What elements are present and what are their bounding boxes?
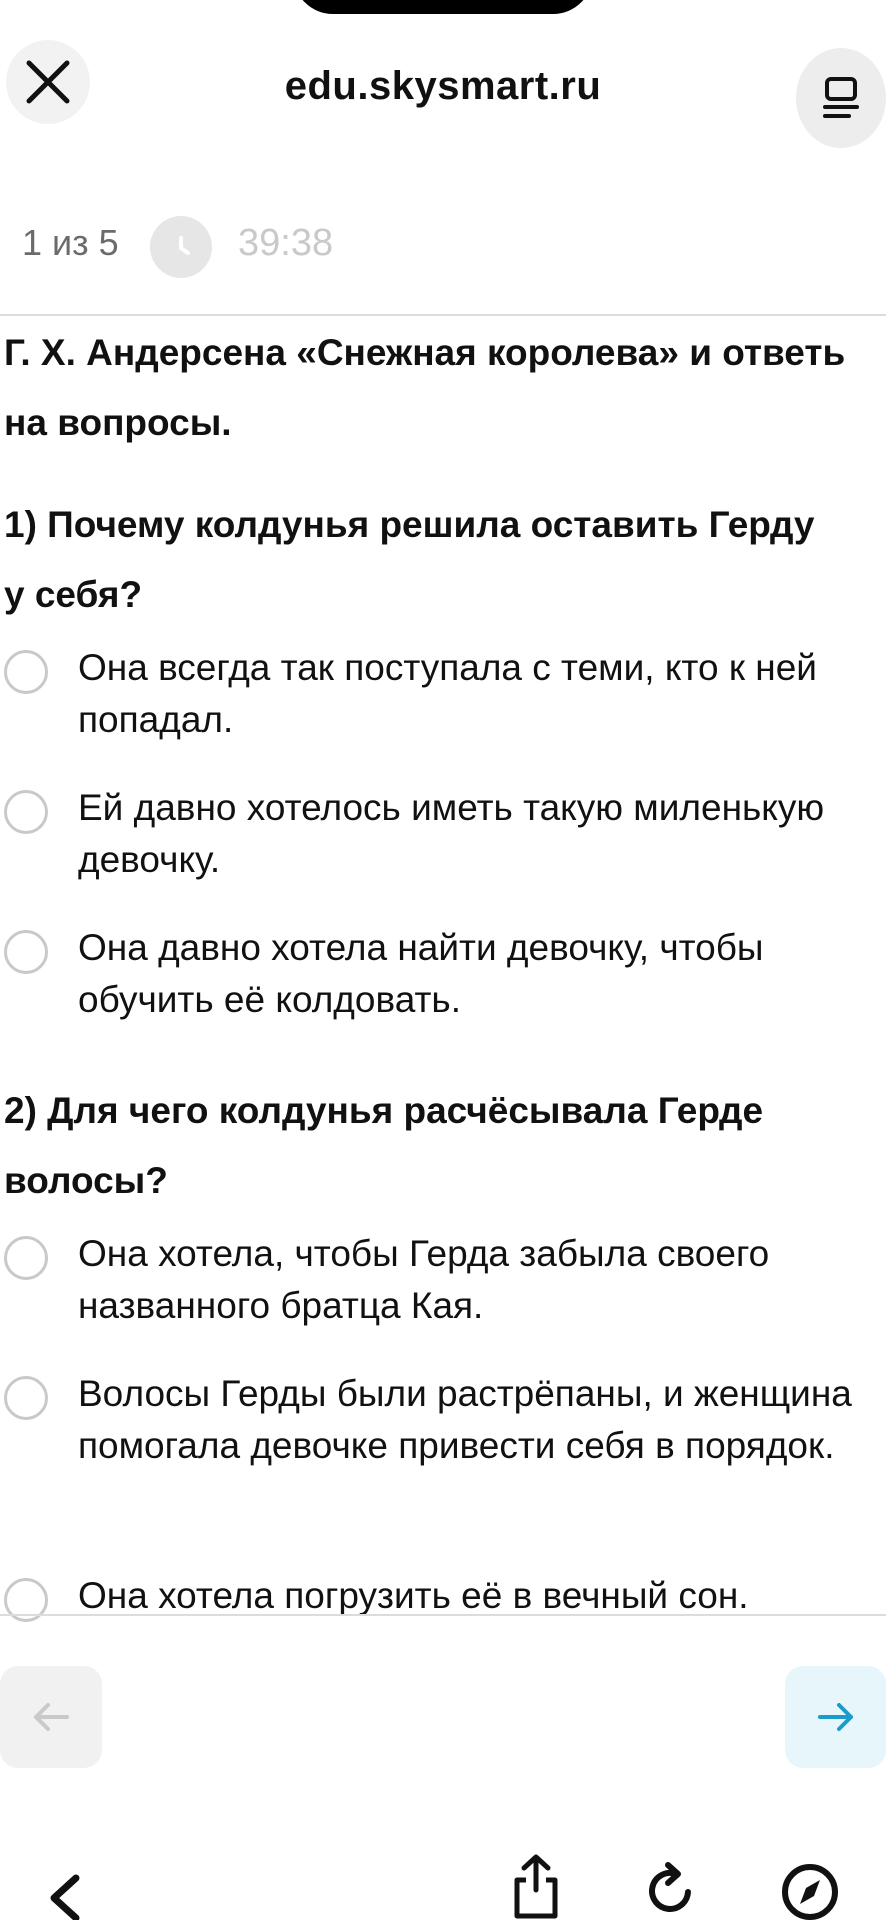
reader-menu-button[interactable] xyxy=(796,48,886,148)
compass-icon[interactable] xyxy=(780,1862,840,1922)
arrow-left-icon xyxy=(34,1703,69,1731)
question-1-line-1: 1) Почему колдунья решила оставить Герду xyxy=(4,504,815,545)
radio-button[interactable] xyxy=(4,1236,48,1280)
answer-label: Ей давно хотелось иметь такую миленькую … xyxy=(78,787,825,880)
reader-menu-icon xyxy=(823,77,859,118)
intro-line-2: на вопросы. xyxy=(4,402,232,443)
browser-toolbar xyxy=(0,1840,886,1920)
radio-button[interactable] xyxy=(4,650,48,694)
question-1-line-2: у себя? xyxy=(4,574,143,615)
question-2-line-1: 2) Для чего колдунья расчёсывала Герде xyxy=(4,1090,764,1131)
timer-label: 39:38 xyxy=(238,222,334,264)
answer-label: Она всегда так поступала с теми, кто к н… xyxy=(78,647,817,740)
answer-label: Она хотела, чтобы Герда забыла своего на… xyxy=(78,1233,770,1326)
radio-button[interactable] xyxy=(4,790,48,834)
radio-button[interactable] xyxy=(4,1376,48,1420)
question-1-title: 1) Почему колдунья решила оставить Герду… xyxy=(4,490,884,630)
question-2-title: 2) Для чего колдунья расчёсывала Герде в… xyxy=(4,1076,884,1216)
chevron-left-icon[interactable] xyxy=(44,1874,84,1920)
url-label[interactable]: edu.skysmart.ru xyxy=(0,64,886,109)
prev-button[interactable] xyxy=(0,1666,102,1768)
question-2-line-2: волосы? xyxy=(4,1160,168,1201)
clock-icon xyxy=(150,216,212,278)
question-progress: 1 из 5 xyxy=(22,222,119,263)
radio-button[interactable] xyxy=(4,930,48,974)
reload-icon[interactable] xyxy=(644,1860,700,1920)
answer-label: Волосы Герды были растрёпаны, и женщина … xyxy=(78,1373,852,1466)
next-button[interactable] xyxy=(785,1666,886,1768)
intro-line-1: Г. Х. Андерсена «Снежная королева» и отв… xyxy=(4,332,846,373)
answer-label: Она давно хотела найти девочку, чтобы об… xyxy=(78,927,764,1020)
device-notch xyxy=(293,0,593,14)
share-icon[interactable] xyxy=(510,1854,562,1920)
arrow-right-icon xyxy=(817,1703,853,1731)
intro-text: Г. Х. Андерсена «Снежная королева» и отв… xyxy=(4,318,884,458)
bottom-divider xyxy=(0,1614,886,1616)
top-divider xyxy=(0,314,886,316)
